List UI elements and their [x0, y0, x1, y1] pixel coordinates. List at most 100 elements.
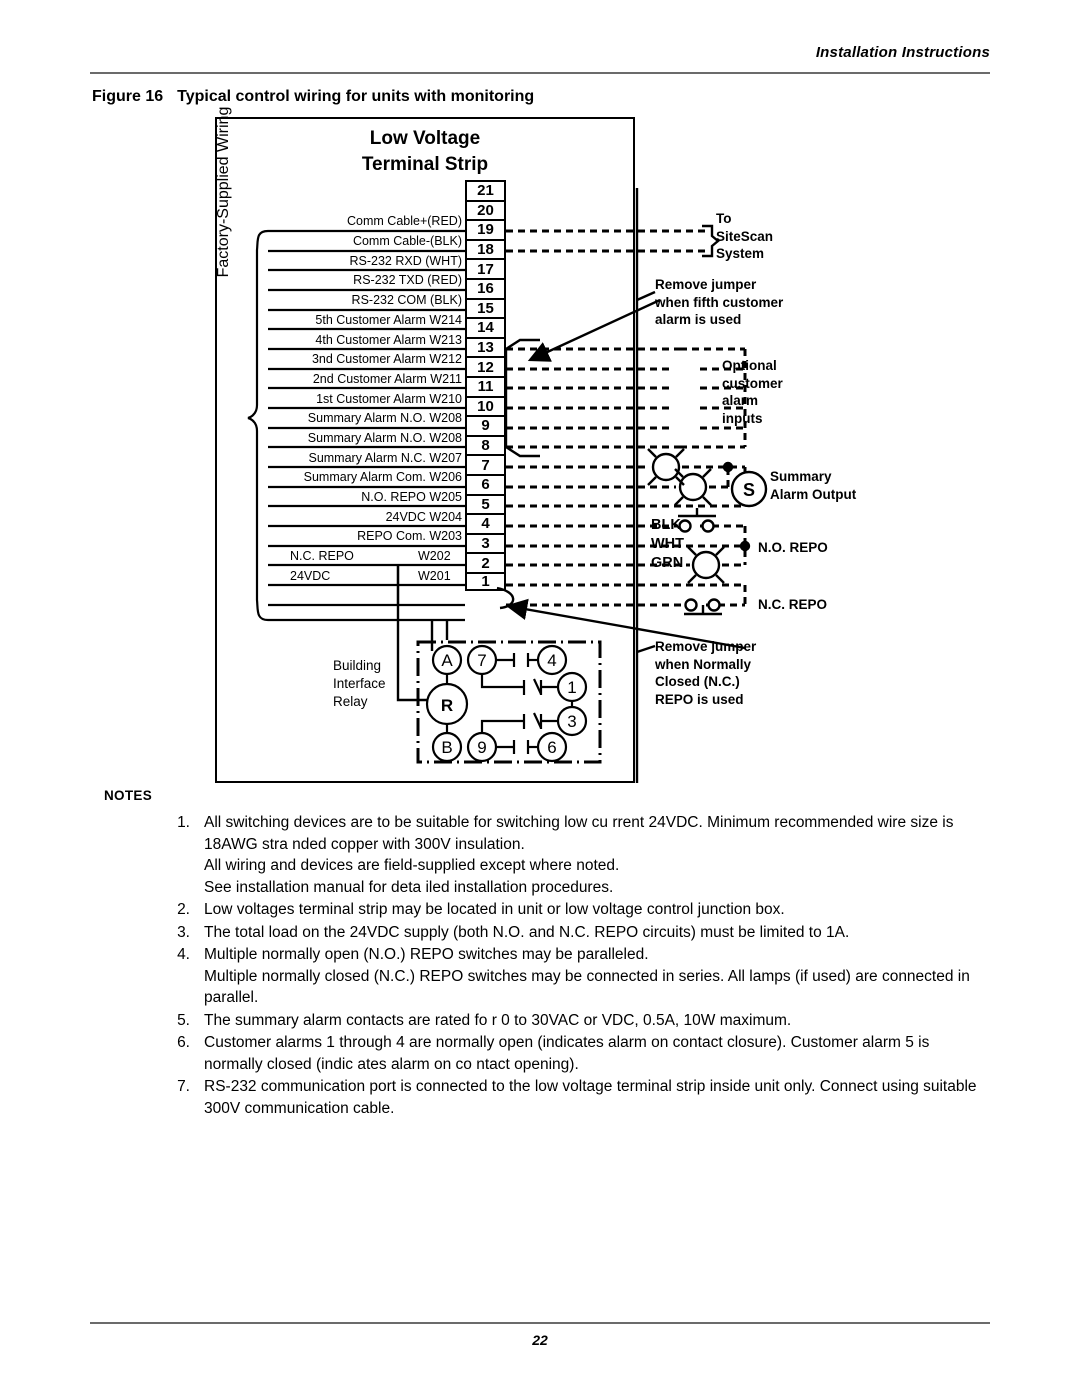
wire-label-13: 4th Customer Alarm W213: [315, 333, 462, 347]
document-page: Installation Instructions Figure 16 Typic…: [0, 0, 1080, 1397]
terminal-14: 14: [465, 317, 506, 337]
note-item: 2. Low voltages terminal strip may be loc…: [168, 899, 988, 921]
note-number: 7.: [177, 1078, 190, 1095]
sitescan-line-1: To: [716, 211, 732, 226]
note-item: 7. RS-232 communication port is connected…: [168, 1076, 988, 1119]
optional-line-1: Optional: [722, 358, 777, 373]
sitescan-line-3: System: [716, 246, 765, 261]
wire-label-15: RS-232 COM (BLK): [351, 293, 462, 307]
terminal-16: 16: [465, 277, 506, 298]
remove-jumper-fifth-line-1: Remove jumper: [655, 277, 757, 292]
summary-lamp-1: [647, 448, 685, 486]
note-paragraph: Multiple normally closed (N.C.) REPO swi…: [204, 967, 970, 1007]
terminal-18: 18: [465, 238, 506, 259]
figure-number: Figure 16: [92, 88, 164, 105]
terminal-6: 6: [465, 473, 506, 494]
summary-junction-dot: [722, 461, 734, 473]
no-repo-lamp: [687, 546, 725, 584]
optional-line-3: alarm: [722, 393, 759, 408]
relay-label-line-3: Relay: [333, 694, 368, 709]
wire-label-11: 2nd Customer Alarm W211: [312, 372, 462, 386]
note-item: 4. Multiple normally open (N.O.) REPO swi…: [168, 944, 988, 1009]
note-item: 1. All switching devices are to be suitab…: [168, 812, 988, 898]
wire-label-1b: W201: [418, 569, 451, 583]
note-paragraph: Customer alarms 1 through 4 are normally…: [204, 1034, 930, 1073]
wire-label-4: 24VDC W204: [385, 510, 462, 524]
note-number: 6.: [177, 1034, 190, 1051]
optional-line-2: customer: [722, 375, 783, 391]
terminal-11: 11: [465, 375, 506, 396]
wire-label-2: N.C. REPO: [290, 549, 354, 563]
note-paragraph: The total load on the 24VDC supply (both…: [204, 923, 850, 941]
notes-list: 1. All switching devices are to be suitab…: [168, 812, 988, 1120]
remove-jumper-nc-line-1: Remove jumper: [655, 639, 757, 654]
terminal-strip: 21 20 19 18 17 16 15 14 13 12 11 10 9 8 7 6 5 4 3 2 1: [465, 180, 506, 592]
remove-jumper-nc-line-2: when Normally: [655, 656, 752, 672]
note-paragraph: RS-232 communication port is connected t…: [204, 1078, 977, 1117]
remove-jumper-fifth-line-3: alarm is used: [655, 312, 742, 327]
note-paragraph: The summary alarm contacts are rated fo …: [204, 1011, 792, 1029]
note-number: 3.: [177, 923, 190, 941]
wire-label-9: Summary Alarm N.O. W208: [307, 411, 462, 425]
note-number: 5.: [177, 1011, 190, 1029]
wire-label-1: 24VDC: [290, 569, 331, 583]
terminal-12: 12: [465, 356, 506, 376]
summary-alarm-output-symbol: [730, 470, 768, 508]
note-item: 5. The summary alarm contacts are rated f…: [168, 1010, 988, 1032]
terminal-7: 7: [465, 454, 506, 474]
relay-label-line-1: Building: [333, 658, 382, 673]
wire-label-14: 5th Customer Alarm W214: [315, 313, 462, 327]
note-item: 6. Customer alarms 1 through 4 are normal…: [168, 1032, 988, 1075]
terminal-21: 21: [465, 180, 506, 200]
terminal-8: 8: [465, 434, 506, 455]
optional-customer-alarm-annotation: Optional customer alarm inputs: [722, 357, 783, 427]
wire-label-10: 1st Customer Alarm W210: [316, 392, 462, 406]
note-paragraph: All wiring and devices are field-supplie…: [204, 857, 620, 874]
wire-label-2b: W202: [418, 549, 451, 563]
wire-label-16: RS-232 TXD (RED): [353, 273, 462, 287]
notes-heading: NOTES: [104, 788, 153, 803]
wire-label-7: Summary Alarm N.C. W207: [308, 451, 462, 465]
summary-lamp-2: [674, 468, 712, 506]
no-repo-junction-dot: [739, 540, 751, 552]
leader-tick-fifth: [636, 290, 656, 302]
nc-repo-label: N.C. REPO: [758, 597, 828, 612]
terminal-19: 19: [465, 219, 506, 239]
remove-jumper-nc-annotation: Remove jumper when Normally Closed (N.C.…: [655, 638, 756, 708]
terminal-9: 9: [465, 415, 506, 435]
terminal-2: 2: [465, 552, 506, 572]
note-paragraph: Multiple normally open (N.O.) REPO switc…: [204, 946, 649, 963]
terminal-15: 15: [465, 297, 506, 318]
note-number: 4.: [177, 946, 190, 963]
no-repo-switch: [678, 508, 716, 533]
wire-label-12: 3nd Customer Alarm W212: [311, 352, 462, 366]
note-number: 1.: [177, 814, 190, 831]
summary-line-1: Summary: [770, 469, 832, 484]
note-item: 3. The total load on the 24VDC supply (bo…: [168, 922, 988, 944]
wire-label-5: N.O. REPO W205: [361, 490, 462, 504]
terminal-17: 17: [465, 258, 506, 278]
terminal-10: 10: [465, 395, 506, 416]
note-paragraph: Low voltages terminal strip may be locat…: [204, 901, 785, 918]
note-paragraph: All switching devices are to be suitable…: [204, 814, 954, 853]
building-interface-relay-label: Building Interface Relay: [333, 657, 386, 711]
relay-label-line-2: Interface: [333, 676, 386, 691]
wire-label-19: Comm Cable+(RED): [347, 214, 462, 228]
footer-rule: [90, 1322, 990, 1324]
sitescan-line-2: SiteScan: [716, 228, 774, 244]
remove-jumper-fifth-annotation: Remove jumper when fifth customer alarm …: [655, 276, 783, 329]
optional-line-4: inputs: [722, 410, 763, 426]
wire-label-6: Summary Alarm Com. W206: [303, 470, 462, 484]
nc-repo-switch: [684, 598, 722, 616]
figure-heading: Low Voltage Terminal Strip: [215, 126, 635, 178]
terminal-1: 1: [465, 571, 506, 592]
leader-tick-nc: [636, 644, 656, 654]
figure-heading-line-2: Terminal Strip: [361, 154, 489, 175]
remove-jumper-fifth-line-2: when fifth customer: [655, 294, 784, 310]
wire-color-blk: BLK: [651, 517, 681, 533]
page-number: 22: [532, 1332, 548, 1348]
terminal-13: 13: [465, 336, 506, 357]
terminal-5: 5: [465, 493, 506, 514]
note-number: 2.: [177, 901, 190, 918]
wire-color-wht: WHT: [651, 536, 685, 552]
